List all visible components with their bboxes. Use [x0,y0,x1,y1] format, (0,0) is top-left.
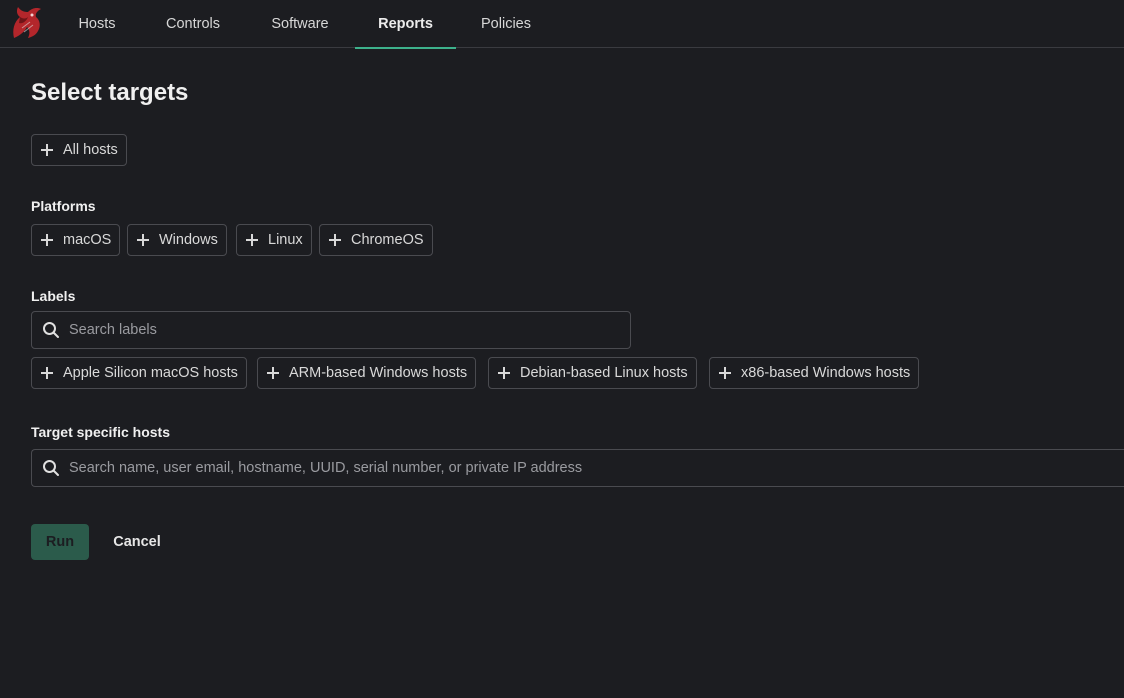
dragon-logo-icon[interactable] [8,4,44,42]
chip-label: Apple Silicon macOS hosts [63,365,238,381]
plus-icon [498,367,510,379]
platforms-heading: Platforms [31,198,96,214]
label-chip-arm-windows[interactable]: ARM-based Windows hosts [257,357,477,389]
plus-icon [41,367,53,379]
chip-label: Linux [268,232,303,248]
label-chip-apple-silicon-macos[interactable]: Apple Silicon macOS hosts [31,357,247,389]
chip-label: Debian-based Linux hosts [520,365,688,381]
hosts-search-input[interactable] [69,450,1124,486]
labels-heading: Labels [31,288,76,304]
target-specific-hosts-heading: Target specific hosts [31,424,171,440]
label-chip-x86-windows[interactable]: x86-based Windows hosts [709,357,920,389]
label-chip-debian-linux[interactable]: Debian-based Linux hosts [488,357,697,389]
plus-icon [719,367,731,379]
all-hosts-button[interactable]: All hosts [31,134,127,166]
run-button[interactable]: Run [31,524,89,560]
search-icon [43,460,59,476]
chip-label: macOS [63,232,112,248]
labels-search[interactable] [31,311,631,349]
platform-chip-chromeos[interactable]: ChromeOS [319,224,433,256]
labels-search-input[interactable] [69,312,630,348]
plus-icon [329,234,341,246]
platform-chip-macos[interactable]: macOS [31,224,121,256]
cancel-button[interactable]: Cancel [105,524,169,560]
plus-icon [267,367,279,379]
plus-icon [137,234,149,246]
hosts-search[interactable] [31,449,1124,487]
chip-label: x86-based Windows hosts [741,365,911,381]
plus-icon [41,234,53,246]
top-navigation: Hosts Controls Software Reports Policies [0,0,1124,49]
chip-label: All hosts [63,142,118,158]
plus-icon [41,144,53,156]
platform-chip-windows[interactable]: Windows [127,224,227,256]
tab-reports[interactable]: Reports [355,0,456,49]
chip-label: Windows [159,232,218,248]
plus-icon [246,234,258,246]
tab-policies[interactable]: Policies [467,0,545,48]
tab-software[interactable]: Software [254,0,346,48]
platform-chip-linux[interactable]: Linux [236,224,312,256]
tab-controls[interactable]: Controls [150,0,236,48]
tab-hosts[interactable]: Hosts [61,0,133,48]
chip-label: ARM-based Windows hosts [289,365,468,381]
chip-label: ChromeOS [351,232,424,248]
page-title: Select targets [31,79,189,106]
search-icon [43,322,59,338]
